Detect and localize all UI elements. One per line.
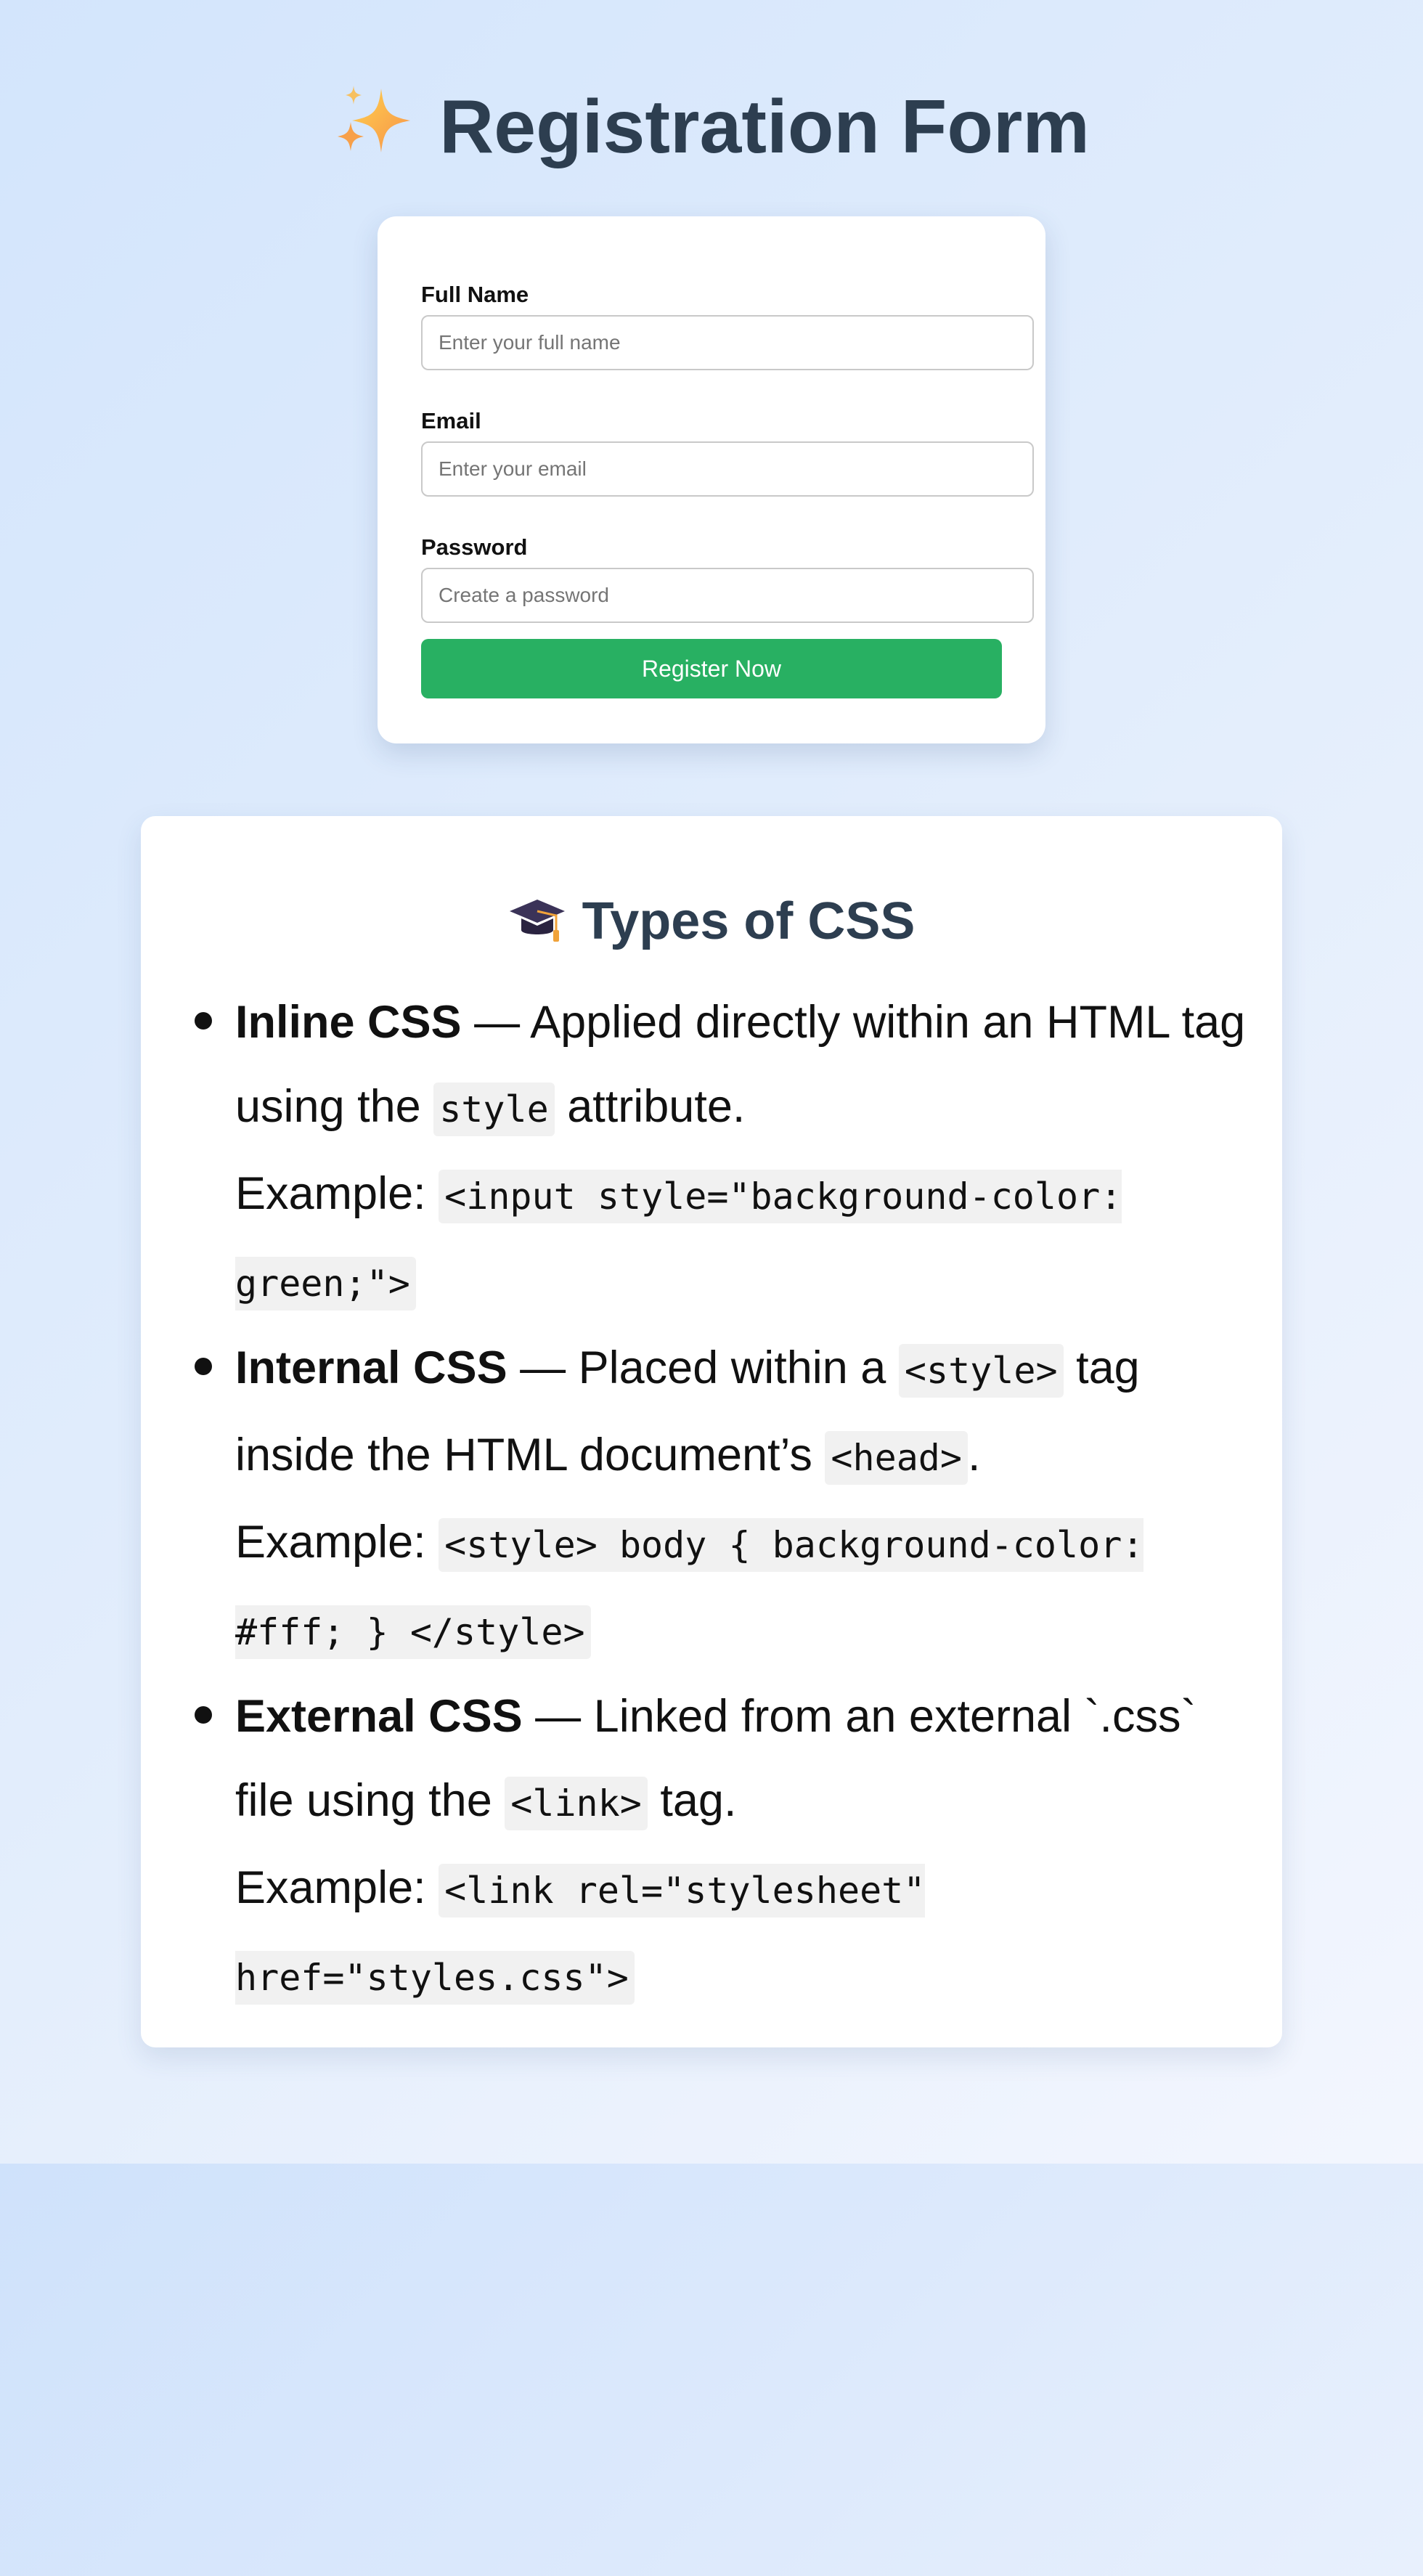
- example-label: Example:: [235, 1168, 439, 1219]
- registration-form-card: Full Name Email Password Register Now: [378, 216, 1045, 743]
- full-name-input[interactable]: [421, 315, 1034, 370]
- bullet: [195, 1012, 212, 1030]
- email-input[interactable]: [421, 441, 1034, 497]
- css-type-description: attribute.: [554, 1081, 746, 1132]
- css-types-card: Types of CSS Inline CSS — Applied direct…: [141, 816, 1282, 2047]
- example-label: Example:: [235, 1517, 439, 1568]
- inline-code: style: [433, 1083, 555, 1136]
- email-label: Email: [421, 408, 481, 433]
- password-input[interactable]: [421, 568, 1034, 623]
- css-types-list: Inline CSS — Applied directly within an …: [195, 980, 1266, 2020]
- css-type-description: tag.: [647, 1775, 737, 1826]
- inline-code: <style>: [898, 1344, 1064, 1398]
- bullet: [195, 1358, 212, 1375]
- css-type-name: External CSS: [235, 1691, 523, 1742]
- page-background-lower: [0, 2164, 1423, 2576]
- example-label: Example:: [235, 1862, 439, 1913]
- css-type-description: — Placed within a: [507, 1342, 899, 1393]
- sparkles-icon: [338, 86, 411, 152]
- list-item-external-css: External CSS — Linked from an external `…: [195, 1674, 1266, 2020]
- css-types-title-text: Types of CSS: [582, 892, 916, 950]
- inline-code: <link>: [505, 1777, 648, 1830]
- css-type-description: .: [968, 1430, 981, 1480]
- bullet: [195, 1706, 212, 1724]
- page-title-text: Registration Form: [439, 85, 1090, 169]
- page-title: Registration Form: [0, 80, 1423, 174]
- register-button[interactable]: Register Now: [421, 639, 1002, 698]
- css-type-name: Inline CSS: [235, 997, 462, 1048]
- css-type-name: Internal CSS: [235, 1342, 507, 1393]
- css-types-title: Types of CSS: [141, 889, 1282, 954]
- graduation-cap-icon: [509, 900, 565, 942]
- full-name-label: Full Name: [421, 282, 529, 307]
- inline-code: <head>: [825, 1431, 969, 1485]
- list-item-internal-css: Internal CSS — Placed within a <style> t…: [195, 1326, 1266, 1674]
- list-item-inline-css: Inline CSS — Applied directly within an …: [195, 980, 1266, 1326]
- password-label: Password: [421, 534, 528, 560]
